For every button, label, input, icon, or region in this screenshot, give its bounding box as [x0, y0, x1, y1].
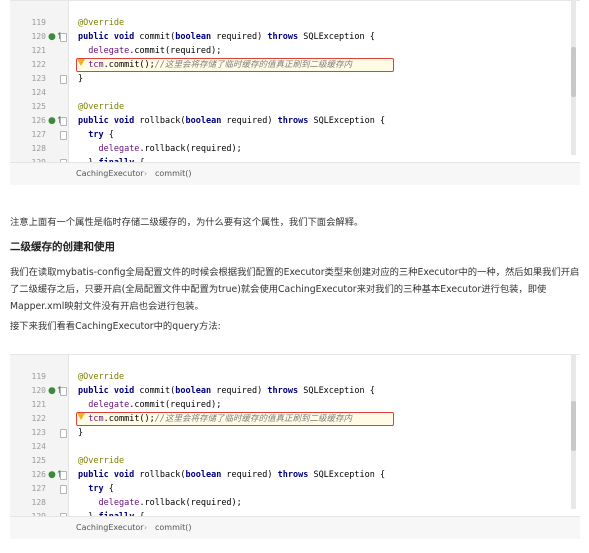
- line-number: 120: [31, 386, 46, 395]
- line-number: 123: [31, 74, 46, 83]
- code-line: 127 try {: [10, 482, 580, 496]
- code-line: 127 try {: [10, 128, 580, 142]
- line-number: 126: [31, 470, 46, 479]
- line-number: 124: [31, 88, 46, 97]
- breadcrumb-method[interactable]: commit(): [155, 163, 191, 185]
- code-line: 124: [10, 440, 580, 454]
- fold-toggle-icon[interactable]: [60, 131, 67, 140]
- code-line: 119 @Override: [10, 370, 580, 384]
- code-text: @Override: [78, 18, 125, 28]
- fold-toggle-icon[interactable]: [60, 485, 67, 494]
- code-text: tcm.commit();//这里会将存储了临时缓存的值真正刷到二级缓存内: [88, 414, 353, 424]
- code-line: 123 }: [10, 426, 580, 440]
- fold-toggle-icon[interactable]: [60, 429, 67, 438]
- line-number: 125: [31, 102, 46, 111]
- code-text: @Override: [78, 456, 125, 466]
- code-line: 125 @Override: [10, 454, 580, 468]
- line-number: 123: [31, 428, 46, 437]
- code-text: @Override: [78, 102, 125, 112]
- code-line: 128 delegate.rollback(required);: [10, 142, 580, 156]
- code-screenshot-1: 119 @Override 120 ●↑ public void commit(…: [10, 0, 580, 185]
- code-line: 119 @Override: [10, 16, 580, 30]
- override-marker-icon[interactable]: ●↑: [48, 117, 63, 126]
- code-text: try {: [88, 484, 114, 494]
- section-heading: 二级缓存的创建和使用: [10, 241, 115, 253]
- line-number: 128: [31, 498, 46, 507]
- line-number: 124: [31, 442, 46, 451]
- code-line: 124: [10, 86, 580, 100]
- code-line: 126 ●↑ public void rollback(boolean requ…: [10, 114, 580, 128]
- breadcrumb-class[interactable]: CachingExecutor: [76, 517, 144, 539]
- code-line: 121 delegate.commit(required);: [10, 44, 580, 58]
- line-number: 121: [31, 46, 46, 55]
- line-number: 119: [31, 18, 46, 27]
- code-text: tcm.commit();//这里会将存储了临时缓存的值真正刷到二级缓存内: [88, 60, 353, 70]
- breadcrumb-separator-icon: ›: [144, 169, 148, 178]
- line-number: 122: [31, 414, 46, 423]
- body-paragraph: 我们在读取mybatis-config全局配置文件的时候会根据我们配置的Exec…: [10, 267, 580, 312]
- editor-scrollbar[interactable]: [571, 355, 576, 509]
- breadcrumb-separator-icon: ›: [144, 523, 148, 532]
- code-text: try {: [88, 130, 114, 140]
- note-paragraph: 注意上面有一个属性是临时存储二级缓存的，为什么要有这个属性，我们下面会解释。: [10, 217, 364, 228]
- code-text: delegate.rollback(required);: [98, 498, 242, 508]
- code-text: delegate.commit(required);: [88, 400, 222, 410]
- code-line: 126 ●↑ public void rollback(boolean requ…: [10, 468, 580, 482]
- line-number: 121: [31, 400, 46, 409]
- line-number: 126: [31, 116, 46, 125]
- code-line: 128 delegate.rollback(required);: [10, 496, 580, 510]
- code-line: 122 tcm.commit();//这里会将存储了临时缓存的值真正刷到二级缓存…: [10, 412, 580, 426]
- code-line: 120 ●↑ public void commit(boolean requir…: [10, 384, 580, 398]
- code-line: 123 }: [10, 72, 580, 86]
- code-text: public void rollback(boolean required) t…: [78, 470, 386, 480]
- breadcrumb: CachingExecutor › commit(): [10, 162, 580, 185]
- code-line: 125 @Override: [10, 100, 580, 114]
- editor-scrollbar[interactable]: [571, 1, 576, 155]
- line-number: 120: [31, 32, 46, 41]
- override-marker-icon[interactable]: ●↑: [48, 387, 63, 396]
- code-text: delegate.commit(required);: [88, 46, 222, 56]
- code-text: delegate.rollback(required);: [98, 144, 242, 154]
- line-number: 119: [31, 372, 46, 381]
- code-text: public void rollback(boolean required) t…: [78, 116, 386, 126]
- code-screenshot-2: 119 @Override 120 ●↑ public void commit(…: [10, 354, 580, 539]
- line-number: 125: [31, 456, 46, 465]
- code-line: 122 tcm.commit();//这里会将存储了临时缓存的值真正刷到二级缓存…: [10, 58, 580, 72]
- line-number: 122: [31, 60, 46, 69]
- fold-toggle-icon[interactable]: [60, 387, 67, 396]
- override-marker-icon[interactable]: ●↑: [48, 471, 63, 480]
- breadcrumb: CachingExecutor › commit(): [10, 516, 580, 539]
- fold-toggle-icon[interactable]: [60, 117, 67, 126]
- code-text: public void commit(boolean required) thr…: [78, 32, 375, 42]
- override-marker-icon[interactable]: ●↑: [48, 33, 63, 42]
- code-text: }: [78, 74, 84, 84]
- line-number: 127: [31, 130, 46, 139]
- breadcrumb-class[interactable]: CachingExecutor: [76, 163, 144, 185]
- code-text: }: [78, 428, 84, 438]
- lead-paragraph: 接下来我们看看CachingExecutor中的query方法:: [10, 321, 221, 332]
- code-text: public void commit(boolean required) thr…: [78, 386, 375, 396]
- code-text: @Override: [78, 372, 125, 382]
- code-line: 120 ●↑ public void commit(boolean requir…: [10, 30, 580, 44]
- fold-toggle-icon[interactable]: [60, 471, 67, 480]
- fold-toggle-icon[interactable]: [60, 33, 67, 42]
- code-line: 121 delegate.commit(required);: [10, 398, 580, 412]
- fold-toggle-icon[interactable]: [60, 75, 67, 84]
- line-number: 127: [31, 484, 46, 493]
- breadcrumb-method[interactable]: commit(): [155, 517, 191, 539]
- line-number: 128: [31, 144, 46, 153]
